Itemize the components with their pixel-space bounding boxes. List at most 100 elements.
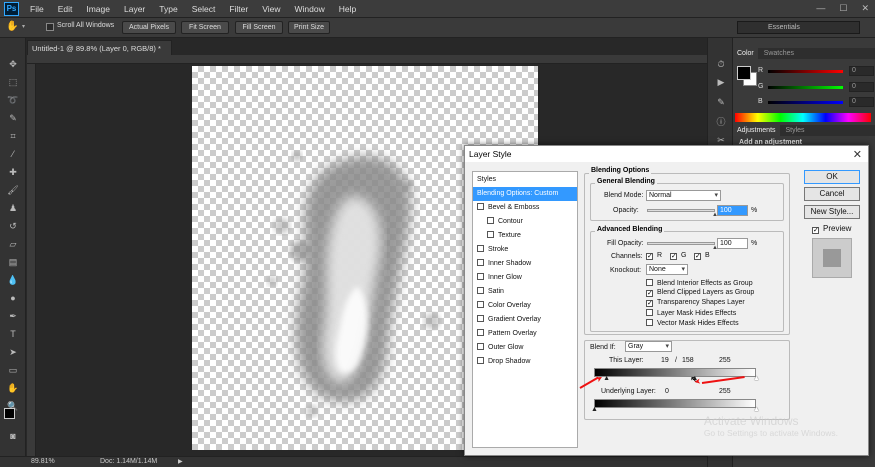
advanced-option[interactable]: Layer Mask Hides Effects [646, 309, 736, 317]
hand-tool-sidebar-icon[interactable]: ✋ [6, 382, 20, 394]
style-item-checkbox[interactable] [477, 329, 484, 336]
blue-value[interactable]: 0 [849, 97, 874, 107]
document-tab[interactable]: Untitled-1 @ 89.8% (Layer 0, RGB/8) * × [27, 40, 172, 68]
style-item[interactable]: Gradient Overlay [473, 313, 577, 327]
underlying-white-slider-thumb[interactable]: ▲ [753, 406, 760, 413]
tab-styles[interactable]: Styles [781, 125, 808, 136]
style-item-checkbox[interactable] [477, 245, 484, 252]
advanced-option[interactable]: ✓ Blend Clipped Layers as Group [646, 289, 754, 297]
history-brush-tool-icon[interactable]: ↺ [6, 220, 20, 232]
lasso-tool-icon[interactable]: ➰ [6, 94, 20, 106]
actual-pixels-button[interactable]: Actual Pixels [122, 21, 176, 34]
marquee-tool-icon[interactable]: ⬚ [6, 76, 20, 88]
shape-tool-icon[interactable]: ▭ [6, 364, 20, 376]
ok-button[interactable]: OK [804, 170, 860, 184]
advanced-option-checkbox[interactable] [646, 279, 653, 286]
new-style-button[interactable]: New Style... [804, 205, 860, 219]
zoom-level[interactable]: 89.81% [31, 457, 55, 467]
menu-select[interactable]: Select [192, 0, 216, 18]
style-item[interactable]: Inner Glow [473, 271, 577, 285]
move-tool-icon[interactable]: ✥ [6, 58, 20, 70]
workspace-switcher[interactable]: Essentials [737, 21, 860, 34]
opacity-input[interactable]: 100 [717, 205, 748, 216]
status-menu-arrow-icon[interactable]: ▶ [178, 457, 183, 467]
dialog-close-icon[interactable]: ✕ [853, 147, 862, 163]
properties-panel-icon[interactable]: ✎ [714, 96, 728, 108]
channel-g[interactable]: ✓ G [670, 252, 686, 260]
advanced-option[interactable]: Blend Interior Effects as Group [646, 279, 753, 287]
advanced-option[interactable]: ✓ Transparency Shapes Layer [646, 299, 745, 307]
channel-g-checkbox[interactable]: ✓ [670, 253, 677, 260]
color-ramp[interactable] [735, 113, 871, 122]
blue-slider[interactable] [768, 101, 843, 104]
menu-file[interactable]: File [30, 0, 44, 18]
fill-screen-button[interactable]: Fill Screen [235, 21, 283, 34]
blur-tool-icon[interactable]: 💧 [6, 274, 20, 286]
healing-brush-tool-icon[interactable]: ✚ [6, 166, 20, 178]
style-item-checkbox[interactable] [477, 287, 484, 294]
cancel-button[interactable]: Cancel [804, 187, 860, 201]
style-item[interactable]: Texture [473, 229, 577, 243]
style-item-checkbox[interactable] [487, 217, 494, 224]
menu-view[interactable]: View [262, 0, 280, 18]
gradient-tool-icon[interactable]: ▤ [6, 256, 20, 268]
quick-select-tool-icon[interactable]: ✎ [6, 112, 20, 124]
pen-tool-icon[interactable]: ✒ [6, 310, 20, 322]
style-item-checkbox[interactable] [477, 301, 484, 308]
style-item[interactable]: Drop Shadow [473, 355, 577, 369]
advanced-option-checkbox[interactable]: ✓ [646, 290, 653, 297]
tool-preset-chevron-icon[interactable]: ▾ [22, 23, 25, 30]
menu-type[interactable]: Type [159, 0, 177, 18]
style-item[interactable]: Pattern Overlay [473, 327, 577, 341]
menu-help[interactable]: Help [339, 0, 356, 18]
close-icon[interactable]: ✕ [861, 3, 869, 14]
styles-header[interactable]: Styles [473, 173, 577, 187]
history-panel-icon[interactable]: ⏱ [714, 58, 728, 70]
fit-screen-button[interactable]: Fit Screen [181, 21, 229, 34]
clone-stamp-tool-icon[interactable]: ♟ [6, 202, 20, 214]
this-layer-white-slider-thumb[interactable]: ▲ [753, 375, 760, 382]
blend-if-select[interactable]: Gray [625, 341, 672, 352]
style-item-checkbox[interactable] [477, 273, 484, 280]
style-item[interactable]: Contour [473, 215, 577, 229]
eyedropper-tool-icon[interactable]: ⁄ [6, 148, 20, 160]
quick-mask-icon[interactable]: ◙ [6, 430, 20, 442]
hand-tool-icon[interactable]: ✋ [6, 21, 18, 32]
fill-opacity-slider[interactable] [647, 242, 715, 245]
crop-tool-icon[interactable]: ⌗ [6, 130, 20, 142]
style-item-checkbox[interactable] [477, 357, 484, 364]
blend-mode-select[interactable]: Normal [646, 190, 721, 201]
color-fg-swatch[interactable] [737, 66, 751, 80]
channel-b[interactable]: ✓ B [694, 252, 710, 260]
brush-tool-icon[interactable]: 🖌 [6, 184, 20, 196]
tab-swatches[interactable]: Swatches [760, 48, 798, 59]
menu-image[interactable]: Image [86, 0, 110, 18]
red-value[interactable]: 0 [849, 66, 874, 76]
style-item[interactable]: Outer Glow [473, 341, 577, 355]
style-item-checkbox[interactable] [477, 259, 484, 266]
green-value[interactable]: 0 [849, 82, 874, 92]
style-item-checkbox[interactable] [477, 315, 484, 322]
underlying-black-slider-thumb[interactable]: ▲ [591, 406, 598, 413]
preview-toggle[interactable]: ✓ Preview [812, 224, 851, 234]
menu-filter[interactable]: Filter [229, 0, 248, 18]
style-item-checkbox[interactable] [477, 343, 484, 350]
maximize-icon[interactable]: ☐ [839, 3, 847, 14]
actions-panel-icon[interactable]: ▶ [714, 76, 728, 88]
style-item[interactable]: Blending Options: Custom [473, 187, 577, 201]
scroll-all-windows-checkbox[interactable] [46, 23, 54, 31]
advanced-option[interactable]: Vector Mask Hides Effects [646, 319, 739, 327]
knockout-select[interactable]: None [646, 264, 688, 275]
style-item-checkbox[interactable] [477, 203, 484, 210]
advanced-option-checkbox[interactable] [646, 319, 653, 326]
menu-layer[interactable]: Layer [124, 0, 145, 18]
opacity-slider[interactable] [647, 209, 715, 212]
menu-edit[interactable]: Edit [58, 0, 73, 18]
eraser-tool-icon[interactable]: ▱ [6, 238, 20, 250]
advanced-option-checkbox[interactable]: ✓ [646, 300, 653, 307]
underlying-gradient[interactable] [594, 399, 756, 408]
tab-adjustments[interactable]: Adjustments [733, 125, 780, 136]
tab-color[interactable]: Color [733, 48, 758, 59]
foreground-color-swatch[interactable] [4, 408, 15, 419]
advanced-option-checkbox[interactable] [646, 309, 653, 316]
